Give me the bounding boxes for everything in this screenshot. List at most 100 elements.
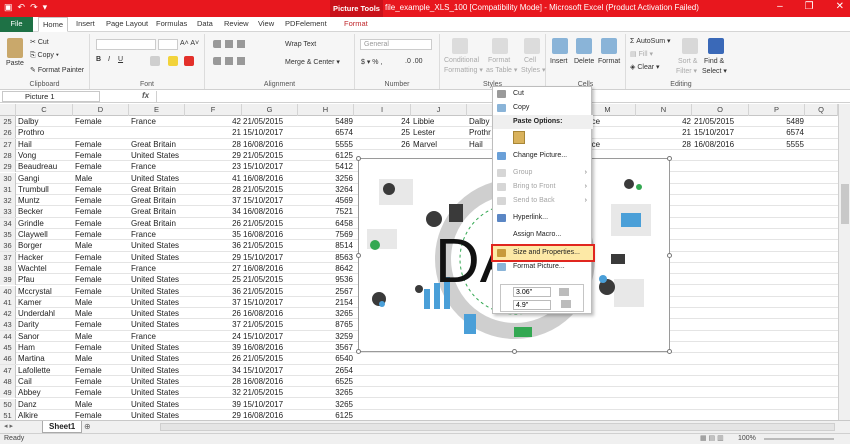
table-row[interactable]: 26 Prothro 21 15/10/2017 6574 25 Lester Prothr 2… [0, 127, 838, 139]
cell[interactable]: United States [131, 286, 179, 297]
delete-cells-icon[interactable] [576, 38, 592, 54]
table-row[interactable]: 50 Danz Male United States 39 15/10/2017 3265 [0, 398, 838, 410]
cell[interactable]: 37 [185, 319, 241, 330]
cell[interactable]: 26 [185, 218, 241, 229]
cut-button[interactable]: ✂ Cut [30, 38, 49, 46]
cell[interactable]: 26 [185, 308, 241, 319]
column-header[interactable]: I [354, 104, 411, 116]
column-header[interactable]: J [411, 104, 467, 116]
customize-qat-icon[interactable]: ▾ [43, 2, 48, 13]
conditional-formatting-icon[interactable] [452, 38, 468, 54]
delete-cells-button[interactable]: Delete [574, 58, 594, 65]
cell[interactable]: 16/08/2016 [243, 206, 283, 217]
resize-handle-e[interactable] [667, 253, 672, 258]
cell[interactable]: 36 [185, 286, 241, 297]
tab-insert[interactable]: Insert [76, 17, 95, 32]
column-header[interactable]: D [73, 104, 129, 116]
column-header[interactable]: F [185, 104, 242, 116]
row-header[interactable]: 27 [0, 138, 16, 150]
cell[interactable]: United States [131, 274, 179, 285]
cell[interactable]: United States [131, 150, 179, 161]
cell[interactable]: Darity [18, 319, 39, 330]
name-box[interactable]: Picture 1 [2, 91, 100, 102]
sheet-nav-arrows[interactable]: ◂ ▸ [4, 422, 13, 430]
cell[interactable]: 39 [185, 342, 241, 353]
cell[interactable]: 16/08/2016 [243, 263, 283, 274]
cell[interactable]: 8514 [298, 240, 353, 251]
cell[interactable]: Great Britain [131, 206, 176, 217]
cell[interactable]: Hacker [18, 252, 43, 263]
cell[interactable]: Female [75, 319, 102, 330]
cell[interactable]: United States [131, 240, 179, 251]
cell[interactable]: Female [75, 252, 102, 263]
cell[interactable]: 5555 [298, 139, 353, 150]
cell[interactable]: 27 [185, 263, 241, 274]
cell[interactable]: United States [131, 173, 179, 184]
cell[interactable]: 8642 [298, 263, 353, 274]
cell[interactable]: United States [131, 342, 179, 353]
row-header[interactable]: 31 [0, 183, 16, 195]
clear-button[interactable]: ◈ Clear ▾ [630, 63, 660, 71]
cell[interactable]: Female [75, 286, 102, 297]
cell[interactable]: 28 [185, 139, 241, 150]
column-header[interactable]: E [129, 104, 185, 116]
cell[interactable]: Male [75, 308, 92, 319]
resize-handle-nw[interactable] [356, 156, 361, 161]
cell[interactable]: Marvel [413, 139, 437, 150]
resize-handle-se[interactable] [667, 349, 672, 354]
tab-file[interactable]: File [0, 17, 33, 32]
cell[interactable]: Male [75, 353, 92, 364]
format-as-table-icon[interactable] [492, 38, 508, 54]
cell[interactable]: 24 [185, 331, 241, 342]
wrap-text-button[interactable]: Wrap Text [285, 41, 316, 48]
row-header[interactable]: 28 [0, 149, 16, 161]
cell[interactable]: 15/10/2017 [243, 195, 283, 206]
cell[interactable]: 6574 [298, 127, 353, 138]
menu-item-change-picture[interactable]: Change Picture... [493, 149, 593, 163]
format-painter-button[interactable]: ✎ Format Painter [30, 66, 84, 74]
column-header[interactable]: O [692, 104, 749, 116]
table-row[interactable]: 25 Dalby Female France 42 21/05/2015 5489 24 Lib… [0, 116, 838, 128]
zoom-slider[interactable] [764, 438, 834, 440]
row-header[interactable]: 44 [0, 330, 16, 342]
cell[interactable]: Ham [18, 342, 35, 353]
cell[interactable]: Great Britain [131, 184, 176, 195]
restore-icon[interactable]: ❐ [805, 1, 814, 12]
tab-view[interactable]: View [258, 17, 274, 32]
row-header[interactable]: 25 [0, 116, 16, 127]
cell[interactable]: 21/05/2015 [243, 274, 283, 285]
paste-button[interactable]: Paste [6, 60, 24, 67]
cell[interactable]: Female [75, 387, 102, 398]
cell[interactable]: 8765 [298, 319, 353, 330]
cell[interactable]: 21/05/2015 [243, 240, 283, 251]
cell[interactable]: 21/05/2015 [243, 150, 283, 161]
cell[interactable]: Female [75, 116, 102, 127]
menu-item-cut[interactable]: Cut [493, 87, 593, 101]
cell[interactable]: 8563 [298, 252, 353, 263]
column-header[interactable]: H [298, 104, 354, 116]
resize-handle-ne[interactable] [667, 156, 672, 161]
menu-item-copy[interactable]: Copy [493, 101, 593, 115]
conditional-formatting-button[interactable]: Conditional [444, 57, 479, 64]
column-header[interactable]: G [242, 104, 298, 116]
cell[interactable]: 16/08/2016 [243, 308, 283, 319]
crop-icon[interactable] [559, 288, 569, 296]
cell[interactable]: 21/05/2015 [694, 116, 734, 127]
column-header[interactable]: P [749, 104, 805, 116]
font-size-select[interactable] [158, 39, 178, 50]
cell[interactable]: 6574 [749, 127, 804, 138]
menu-item-group[interactable]: Group › [493, 166, 593, 180]
cell-styles-icon[interactable] [524, 38, 540, 54]
cell[interactable]: Female [75, 218, 102, 229]
cell[interactable]: Male [75, 331, 92, 342]
cell[interactable]: Lafollette [18, 365, 50, 376]
conditional-formatting-button-2[interactable]: Formatting ▾ [444, 66, 483, 74]
cell[interactable]: 28 [185, 184, 241, 195]
insert-cells-icon[interactable] [552, 38, 568, 54]
fill-button[interactable]: ▤ Fill ▾ [630, 50, 653, 58]
tab-format[interactable]: Format [344, 17, 368, 32]
cell[interactable]: 42 [185, 116, 241, 127]
cell[interactable]: Vong [18, 150, 36, 161]
cell[interactable]: 39 [185, 399, 241, 410]
cell[interactable]: Great Britain [131, 218, 176, 229]
